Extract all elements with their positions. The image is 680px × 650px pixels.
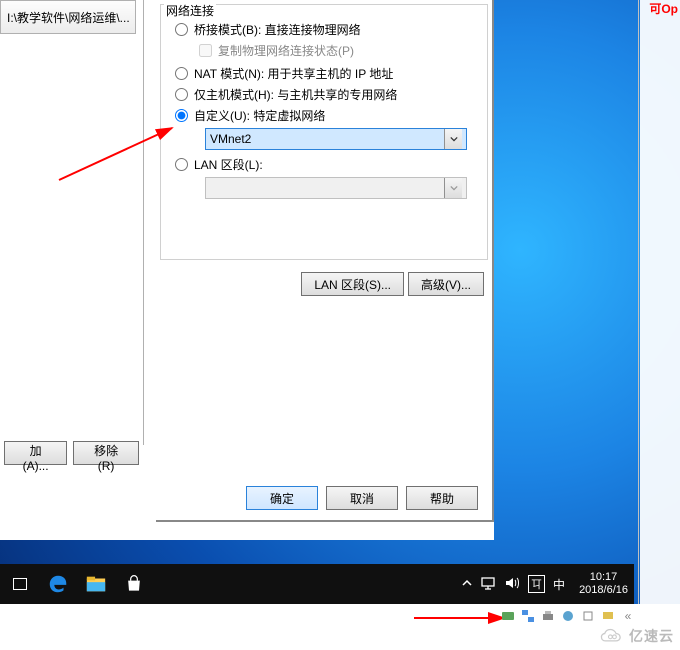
radio-nat-input[interactable] bbox=[175, 67, 188, 80]
groupbox-title: 网络连接 bbox=[164, 2, 216, 19]
vm-disk-icon[interactable] bbox=[500, 608, 516, 624]
radio-lanseg[interactable]: LAN 区段(L): bbox=[175, 156, 479, 173]
ime-indicator[interactable]: 㔿 bbox=[528, 575, 545, 593]
edge-browser-icon[interactable] bbox=[44, 570, 72, 598]
outer-right-panel: 可Op bbox=[640, 0, 680, 606]
radio-nat[interactable]: NAT 模式(N): 用于共享主机的 IP 地址 bbox=[175, 65, 479, 82]
cloud-icon bbox=[599, 627, 625, 645]
lanseg-dropdown bbox=[205, 177, 467, 199]
radio-lanseg-label: LAN 区段(L): bbox=[194, 156, 263, 173]
vm-network-icon[interactable] bbox=[520, 608, 536, 624]
radio-custom[interactable]: 自定义(U): 特定虚拟网络 bbox=[175, 107, 479, 124]
network-connection-group: 网络连接 桥接模式(B): 直接连接物理网络 复制物理网络连接状态(P) NAT… bbox=[160, 4, 488, 260]
file-explorer-icon[interactable] bbox=[82, 570, 110, 598]
watermark-text: 亿速云 bbox=[629, 626, 674, 646]
radio-hostonly[interactable]: 仅主机模式(H): 与主机共享的专用网络 bbox=[175, 86, 479, 103]
vm-sound-icon[interactable] bbox=[560, 608, 576, 624]
radio-hostonly-label: 仅主机模式(H): 与主机共享的专用网络 bbox=[194, 86, 397, 103]
radio-custom-input[interactable] bbox=[175, 109, 188, 122]
cancel-button[interactable]: 取消 bbox=[326, 486, 398, 510]
radio-bridge-input[interactable] bbox=[175, 23, 188, 36]
add-button[interactable]: 加(A)... bbox=[4, 441, 67, 465]
volume-tray-icon[interactable] bbox=[504, 576, 520, 593]
checkbox-replicate: 复制物理网络连接状态(P) bbox=[199, 42, 479, 59]
folder-path-item[interactable]: I:\教学软件\网络运维\... bbox=[0, 0, 136, 34]
windows-taskbar: 㔿 中 10:17 2018/6/16 bbox=[0, 564, 634, 604]
radio-custom-label: 自定义(U): 特定虚拟网络 bbox=[194, 107, 325, 124]
vertical-divider bbox=[638, 0, 639, 606]
system-clock[interactable]: 10:17 2018/6/16 bbox=[579, 571, 628, 597]
checkbox-replicate-input bbox=[199, 44, 212, 57]
task-view-icon[interactable] bbox=[6, 570, 34, 598]
vm-printer-icon[interactable] bbox=[540, 608, 556, 624]
custom-vmnet-value: VMnet2 bbox=[210, 132, 251, 146]
watermark: 亿速云 bbox=[593, 622, 680, 650]
radio-bridge-label: 桥接模式(B): 直接连接物理网络 bbox=[194, 21, 361, 38]
lan-segment-button[interactable]: LAN 区段(S)... bbox=[301, 272, 404, 296]
radio-nat-label: NAT 模式(N): 用于共享主机的 IP 地址 bbox=[194, 65, 393, 82]
radio-bridge[interactable]: 桥接模式(B): 直接连接物理网络 bbox=[175, 21, 479, 38]
chevron-down-icon bbox=[444, 178, 462, 198]
advanced-button[interactable]: 高级(V)... bbox=[408, 272, 484, 296]
clock-date: 2018/6/16 bbox=[579, 584, 628, 597]
help-button[interactable]: 帮助 bbox=[406, 486, 478, 510]
store-icon[interactable] bbox=[120, 570, 148, 598]
checkbox-replicate-label: 复制物理网络连接状态(P) bbox=[218, 42, 354, 59]
left-panel: I:\教学软件\网络运维\... 加(A)... 移除(R) bbox=[0, 0, 144, 445]
network-settings-dialog: 网络连接 桥接模式(B): 直接连接物理网络 复制物理网络连接状态(P) NAT… bbox=[156, 0, 494, 522]
ok-button[interactable]: 确定 bbox=[246, 486, 318, 510]
radio-lanseg-input[interactable] bbox=[175, 158, 188, 171]
tray-chevron-up-icon[interactable] bbox=[462, 578, 472, 591]
network-tray-icon[interactable] bbox=[480, 576, 496, 593]
clock-time: 10:17 bbox=[590, 571, 618, 584]
ime-mode[interactable]: 中 bbox=[553, 576, 565, 593]
chevron-down-icon bbox=[444, 129, 462, 149]
remove-button[interactable]: 移除(R) bbox=[73, 441, 139, 465]
cropped-red-text: 可Op bbox=[649, 0, 678, 17]
custom-vmnet-dropdown[interactable]: VMnet2 bbox=[205, 128, 467, 150]
radio-hostonly-input[interactable] bbox=[175, 88, 188, 101]
